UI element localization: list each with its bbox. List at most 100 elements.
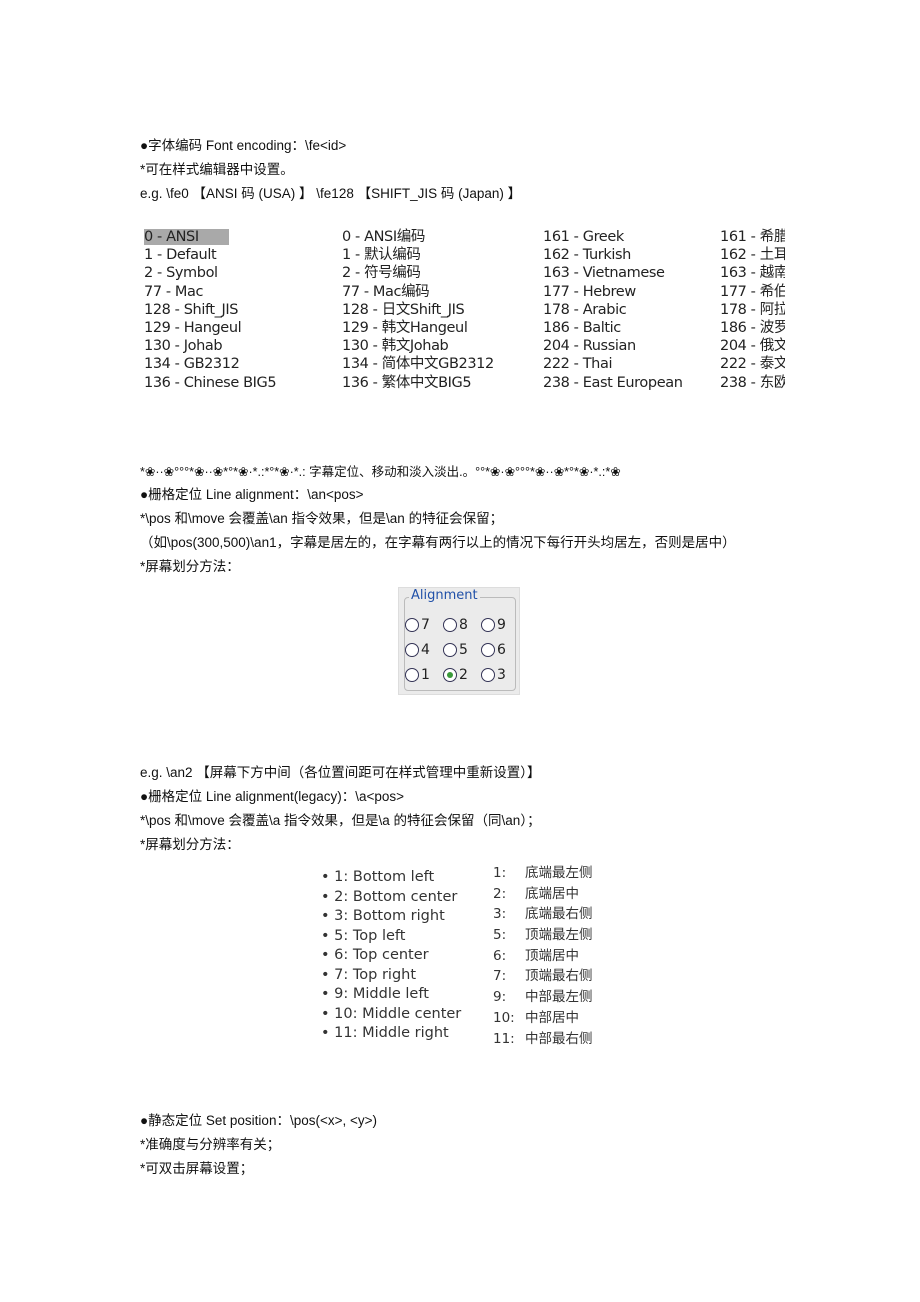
legacy-number: 5: bbox=[493, 927, 507, 944]
legacy-chinese-label: 顶端居中 bbox=[525, 947, 579, 964]
font-encoding-heading: ●字体编码 Font encoding：\fe<id> bbox=[140, 138, 347, 153]
encoding-item: 163 - 越南 bbox=[720, 265, 785, 282]
encoding-item: 136 - 繁体中文BIG5 bbox=[342, 374, 472, 391]
legacy-english-item: • 10: Middle center bbox=[321, 1005, 461, 1025]
encoding-item: 177 - Hebrew bbox=[543, 283, 636, 300]
encoding-item: 0 - ANSI bbox=[144, 228, 276, 246]
line-alignment-note-example: （如\pos(300,500)\an1，字幕是居左的，在字幕有两行以上的情况下每… bbox=[140, 535, 736, 550]
alignment-option-label: 1 bbox=[421, 667, 430, 683]
alignment-option-1: 1 bbox=[405, 666, 443, 684]
alignment-option-label: 2 bbox=[459, 667, 468, 683]
font-encoding-note: *可在样式编辑器中设置。 bbox=[140, 162, 294, 177]
legacy-chinese-item: 6: 顶端居中 bbox=[493, 946, 593, 967]
legacy-chinese-item: 5: 顶端最左侧 bbox=[493, 925, 593, 946]
legacy-english-label: 7: Top right bbox=[334, 966, 417, 983]
encoding-item: 129 - Hangeul bbox=[144, 319, 242, 336]
encoding-item: 1 - Default bbox=[144, 247, 217, 264]
legacy-alignment-heading: ●栅格定位 Line alignment(legacy)：\a<pos> bbox=[140, 789, 405, 804]
radio-icon bbox=[481, 643, 495, 657]
encoding-item: 2 - Symbol bbox=[144, 265, 218, 282]
alignment-option-label: 3 bbox=[497, 667, 506, 683]
encoding-item: 134 - GB2312 bbox=[144, 356, 240, 373]
encoding-item: 77 - Mac bbox=[144, 283, 204, 300]
legacy-chinese-label: 中部居中 bbox=[525, 1009, 579, 1026]
encoding-item: 77 - Mac编码 bbox=[342, 283, 430, 300]
section-divider: *❀··❀°°°*❀··❀*°*❀·*.:*°*❀·*.: 字幕定位、移动和淡入… bbox=[140, 465, 621, 479]
legacy-chinese-label: 中部最右侧 bbox=[525, 1030, 593, 1047]
legacy-chinese-item: 3: 底端最右侧 bbox=[493, 904, 593, 925]
encoding-item: 178 - Arabic bbox=[543, 301, 627, 318]
encoding-item: 161 - Greek bbox=[543, 229, 624, 245]
legacy-english-item: • 2: Bottom center bbox=[321, 888, 461, 908]
encoding-item: 163 - Vietnamese bbox=[543, 265, 665, 282]
legacy-chinese-item: 10: 中部居中 bbox=[493, 1008, 593, 1029]
encoding-item: 2 - 符号编码 bbox=[342, 265, 421, 282]
encoding-list-image: 0 - ANSI 1 - Default 2 - Symbol 77 - Mac 128… bbox=[140, 224, 785, 394]
encoding-item: 162 - 土耳 bbox=[720, 247, 785, 264]
legacy-number: 1: bbox=[493, 865, 507, 881]
legacy-alignment-image: • 1: Bottom left • 2: Bottom center • 3: B… bbox=[313, 862, 603, 1048]
radio-icon bbox=[405, 643, 419, 657]
alignment-option-label: 6 bbox=[497, 642, 506, 658]
legacy-chinese-item: 11: 中部最右侧 bbox=[493, 1029, 593, 1049]
encoding-item: 255 - OEM bbox=[720, 392, 785, 394]
radio-icon bbox=[405, 668, 419, 682]
legacy-number: 2: bbox=[493, 885, 507, 902]
legacy-english-item: • 7: Top right bbox=[321, 966, 461, 986]
alignment-box-image: Alignment 7 8 9 4 5 6 1 2 3 bbox=[398, 587, 520, 695]
alignment-option-label: 5 bbox=[459, 642, 468, 658]
bullet-icon: • bbox=[321, 1005, 335, 1022]
alignment-option-7: 7 bbox=[405, 616, 443, 634]
alignment-option-2: 2 bbox=[443, 666, 481, 684]
encoding-item: 130 - Johab bbox=[144, 338, 223, 355]
legacy-number: 11: bbox=[493, 1030, 515, 1047]
selected-encoding: 0 - ANSI bbox=[144, 229, 229, 245]
alignment-option-4: 4 bbox=[405, 641, 443, 659]
alignment-option-8: 8 bbox=[443, 616, 481, 634]
bullet-icon: • bbox=[321, 1025, 335, 1041]
alignment-option-6: 6 bbox=[481, 641, 519, 659]
bullet-icon: • bbox=[321, 947, 335, 963]
legacy-chinese-label: 底端最左侧 bbox=[525, 865, 593, 881]
radio-icon bbox=[443, 643, 457, 657]
font-encoding-example: e.g. \fe0 【ANSI 码 (USA) 】 \fe128 【SHIFT_… bbox=[140, 186, 522, 201]
legacy-number: 10: bbox=[493, 1009, 515, 1026]
bullet-icon: • bbox=[321, 927, 335, 944]
encoding-item: 222 - Thai bbox=[543, 356, 613, 373]
line-alignment-heading: ●栅格定位 Line alignment：\an<pos> bbox=[140, 487, 364, 502]
encoding-item: 128 - Shift_JIS bbox=[144, 301, 239, 318]
legacy-chinese-item: 7: 顶端最右侧 bbox=[493, 966, 593, 987]
set-position-heading: ●静态定位 Set position：\pos(<x>, <y>) bbox=[140, 1113, 377, 1128]
legacy-chinese-item: 1: 底端最左侧 bbox=[493, 863, 593, 884]
encoding-item: 128 - 日文Shift_JIS bbox=[342, 301, 465, 318]
legacy-chinese-label: 底端最右侧 bbox=[525, 906, 593, 923]
encoding-item: 222 - 泰文 bbox=[720, 356, 785, 373]
encoding-item: 1 - 默认编码 bbox=[342, 247, 421, 264]
legacy-chinese-label: 顶端最右侧 bbox=[525, 968, 593, 985]
legacy-english-label: 9: Middle left bbox=[334, 986, 429, 1002]
bullet-icon: • bbox=[321, 869, 335, 885]
legacy-english-label: 6: Top center bbox=[334, 947, 429, 963]
legacy-english-label: 5: Top left bbox=[334, 927, 406, 944]
encoding-item: 0 - ANSI编码 bbox=[342, 229, 425, 245]
legacy-chinese-item: 9: 中部最左侧 bbox=[493, 987, 593, 1008]
alignment-option-label: 8 bbox=[459, 617, 468, 633]
encoding-item: 255 - OEM bbox=[543, 392, 683, 394]
radio-icon bbox=[405, 618, 419, 632]
legacy-screen-division-label: *屏幕划分方法： bbox=[140, 837, 240, 852]
alignment-option-9: 9 bbox=[481, 616, 519, 634]
legacy-english-item: • 5: Top left bbox=[321, 927, 461, 947]
alignment-option-label: 9 bbox=[497, 617, 506, 633]
legacy-number: 6: bbox=[493, 947, 507, 964]
bullet-icon: • bbox=[321, 908, 335, 924]
legacy-english-item: • 3: Bottom right bbox=[321, 907, 461, 927]
encoding-item: 136 - Chinese BIG5 bbox=[144, 374, 277, 391]
line-alignment-example: e.g. \an2 【屏幕下方中间（各位置间距可在样式管理中重新设置）】 bbox=[140, 765, 541, 780]
alignment-option-label: 7 bbox=[421, 617, 430, 633]
encoding-item: 178 - 阿拉 bbox=[720, 301, 785, 318]
encoding-item: 238 - 东欧 bbox=[720, 374, 785, 391]
legacy-english-item: • 9: Middle left bbox=[321, 985, 461, 1005]
legacy-english-label: 3: Bottom right bbox=[334, 908, 445, 924]
legacy-alignment-note: *\pos 和\move 会覆盖\a 指令效果，但是\a 的特征会保留（同\an… bbox=[140, 813, 541, 828]
alignment-option-3: 3 bbox=[481, 666, 519, 684]
